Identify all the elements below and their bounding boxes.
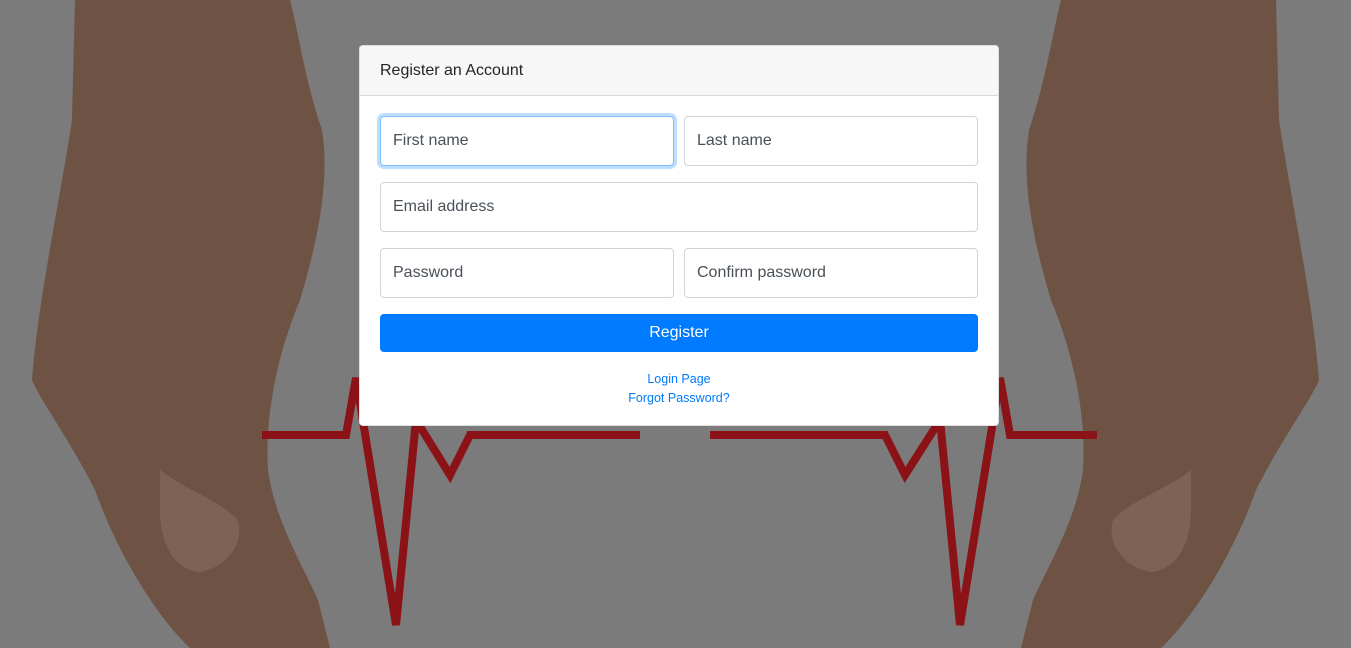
first-name-input[interactable] bbox=[380, 116, 674, 166]
register-form: Register Login Page Forgot Password? bbox=[360, 96, 998, 408]
register-card: Register an Account Register Login Page … bbox=[359, 45, 999, 426]
confirm-password-input[interactable] bbox=[684, 248, 978, 298]
email-input[interactable] bbox=[380, 182, 978, 232]
auth-links: Login Page Forgot Password? bbox=[380, 370, 978, 408]
register-card-title: Register an Account bbox=[380, 61, 524, 79]
password-row bbox=[380, 248, 978, 298]
forgot-password-link[interactable]: Forgot Password? bbox=[380, 389, 978, 408]
password-input[interactable] bbox=[380, 248, 674, 298]
last-name-input[interactable] bbox=[684, 116, 978, 166]
register-card-header: Register an Account bbox=[360, 46, 998, 96]
name-row bbox=[380, 116, 978, 166]
email-row bbox=[380, 182, 978, 232]
login-page-link[interactable]: Login Page bbox=[380, 370, 978, 389]
register-button[interactable]: Register bbox=[380, 314, 978, 352]
